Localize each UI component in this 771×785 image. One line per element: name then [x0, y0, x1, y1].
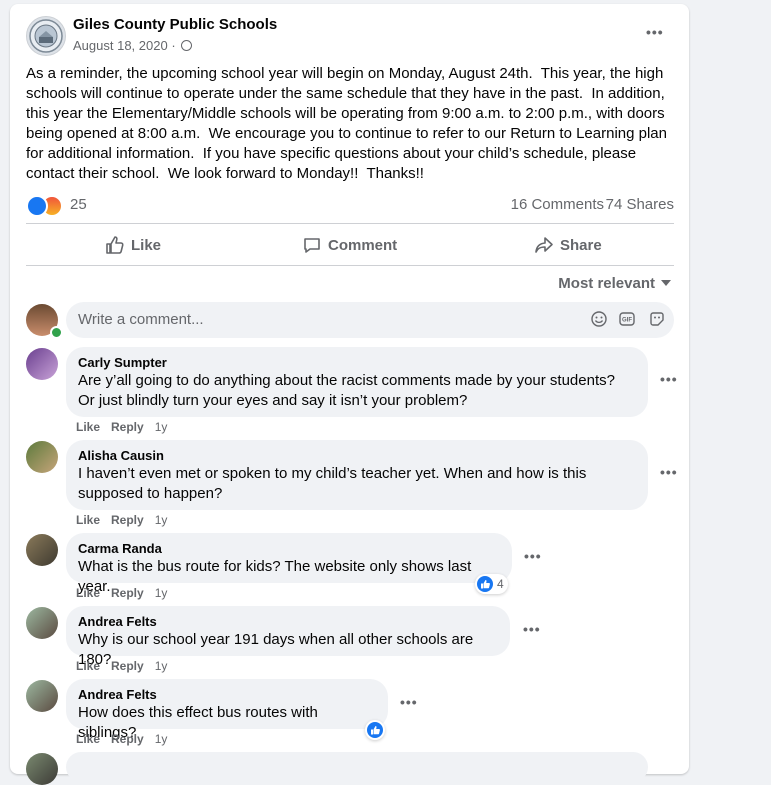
- post-date[interactable]: August 18, 2020: [73, 38, 168, 53]
- comment-text: I haven’t even met or spoken to my child…: [78, 465, 587, 482]
- comment-author[interactable]: Alisha Causin: [78, 448, 636, 464]
- date-separator: ·: [171, 38, 176, 53]
- comment-actions: Like Reply 1y: [76, 586, 178, 600]
- post-text: As a reminder, the upcoming school year …: [26, 65, 672, 182]
- comments-count[interactable]: 16 Comments: [511, 196, 604, 213]
- page-avatar[interactable]: [26, 16, 66, 56]
- comment-like-link[interactable]: Like: [76, 732, 100, 746]
- sort-dropdown[interactable]: Most relevant: [558, 275, 671, 292]
- comment-bubble: Carma Randa What is the bus route for ki…: [66, 533, 512, 595]
- comment-time[interactable]: 1y: [155, 659, 168, 673]
- gif-icon[interactable]: GIF: [619, 311, 635, 327]
- like-reaction-icon: [367, 722, 383, 738]
- comment-more-icon[interactable]: •••: [660, 371, 678, 387]
- like-reaction-icon[interactable]: [26, 195, 48, 217]
- page-name[interactable]: Giles County Public Schools: [73, 16, 277, 33]
- comment-more-icon[interactable]: •••: [524, 548, 542, 564]
- commenter-avatar[interactable]: [26, 607, 58, 639]
- share-button[interactable]: Share: [534, 233, 602, 257]
- like-label: Like: [131, 236, 162, 254]
- divider: [26, 265, 674, 266]
- thumbs-up-icon: [106, 236, 124, 254]
- sticker-icon[interactable]: [649, 311, 665, 327]
- comment-text: Or just blindly turn your eyes and say i…: [78, 392, 468, 409]
- svg-text:GIF: GIF: [622, 318, 632, 324]
- commenter-avatar[interactable]: [26, 441, 58, 473]
- shares-count[interactable]: 74 Shares: [606, 196, 674, 213]
- comment-text: supposed to happen?: [78, 485, 223, 502]
- reactions-summary: 25 16 Comments 74 Shares: [26, 194, 674, 217]
- comment-actions: Like Reply 1y: [76, 420, 178, 434]
- comment-reply-link[interactable]: Reply: [111, 586, 144, 600]
- commenter-avatar[interactable]: [26, 680, 58, 712]
- comment-bubble: Alisha Causin I haven’t even met or spok…: [66, 440, 648, 510]
- caret-down-icon: [661, 280, 671, 286]
- post-meta: August 18, 2020 ·: [73, 38, 193, 53]
- comment-button[interactable]: Comment: [302, 233, 397, 257]
- commenter-avatar[interactable]: [26, 348, 58, 380]
- comment-more-icon[interactable]: •••: [523, 621, 541, 637]
- sort-label: Most relevant: [558, 275, 655, 292]
- commenter-avatar[interactable]: [26, 753, 58, 785]
- share-label: Share: [560, 236, 602, 254]
- comment-more-icon[interactable]: •••: [660, 464, 678, 480]
- comment-reactions[interactable]: [365, 720, 385, 740]
- comment-time[interactable]: 1y: [155, 420, 168, 434]
- comment-time[interactable]: 1y: [155, 586, 168, 600]
- like-button[interactable]: Like: [105, 233, 161, 257]
- commenter-avatar[interactable]: [26, 534, 58, 566]
- comment-author[interactable]: Andrea Felts: [78, 614, 498, 630]
- globe-icon: [181, 40, 193, 51]
- reaction-count[interactable]: 25: [70, 196, 87, 213]
- comment-like-link[interactable]: Like: [76, 513, 100, 527]
- comment-text: Are y’all going to do anything about the…: [78, 372, 615, 389]
- emoji-icon[interactable]: [591, 311, 607, 327]
- comment-icon: [304, 238, 320, 253]
- comment-reactions[interactable]: 4: [475, 574, 508, 594]
- comment-reply-link[interactable]: Reply: [111, 732, 144, 746]
- comment-composer: GIF: [66, 302, 674, 338]
- share-icon: [535, 237, 553, 253]
- online-status-dot: [50, 326, 63, 339]
- comment-reply-link[interactable]: Reply: [111, 513, 144, 527]
- comment-actions: Like Reply 1y: [76, 659, 178, 673]
- comment-label: Comment: [328, 236, 398, 254]
- comment-time[interactable]: 1y: [155, 513, 168, 527]
- comment-like-link[interactable]: Like: [76, 420, 100, 434]
- comment-bubble: Carly Sumpter Are y’all going to do anyt…: [66, 347, 648, 417]
- comment-reply-link[interactable]: Reply: [111, 659, 144, 673]
- comment-reaction-count: 4: [497, 577, 504, 591]
- comment-like-link[interactable]: Like: [76, 659, 100, 673]
- divider: [26, 223, 674, 224]
- comment-author[interactable]: Andrea Felts: [78, 687, 376, 703]
- post-more-icon[interactable]: •••: [646, 24, 664, 40]
- comment-bubble: [66, 752, 648, 782]
- comment-bubble: Andrea Felts Why is our school year 191 …: [66, 606, 510, 668]
- comment-actions: Like Reply 1y: [76, 732, 178, 746]
- comment-bubble: Andrea Felts How does this effect bus ro…: [66, 679, 388, 741]
- comment-time[interactable]: 1y: [155, 732, 168, 746]
- comment-more-icon[interactable]: •••: [400, 694, 418, 710]
- comment-author[interactable]: Carma Randa: [78, 541, 500, 557]
- like-reaction-icon: [477, 576, 493, 592]
- comment-input[interactable]: [76, 310, 560, 329]
- comment-reply-link[interactable]: Reply: [111, 420, 144, 434]
- post-card: Giles County Public Schools August 18, 2…: [10, 4, 689, 785]
- comment-actions: Like Reply 1y: [76, 513, 178, 527]
- comment-author[interactable]: Carly Sumpter: [78, 355, 636, 371]
- comment-like-link[interactable]: Like: [76, 586, 100, 600]
